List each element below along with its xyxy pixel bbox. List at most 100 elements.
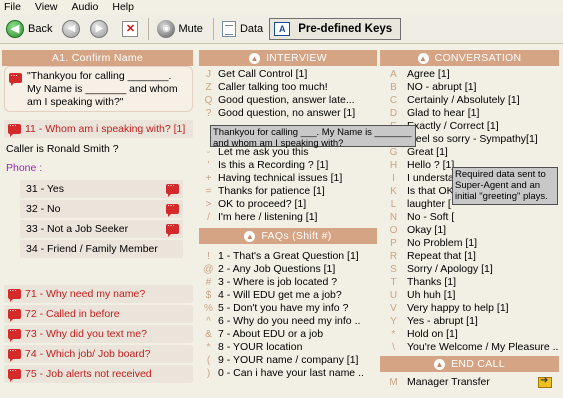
panel-title: END CALL <box>451 358 505 370</box>
conversation-item[interactable]: N No - Soft [ <box>380 211 559 223</box>
item-label: Hold on [1] <box>407 328 458 340</box>
back-button[interactable]: ◀ Back <box>2 17 56 41</box>
conversation-item[interactable]: C Certainly / Absolutely [1] <box>380 94 559 106</box>
question-label: 74 - Which job/ Job board? <box>25 348 151 360</box>
item-label: NO - abrupt [1] <box>407 81 477 93</box>
conversation-item[interactable]: \ You're Welcome / My Pleasure .. <box>380 341 559 353</box>
forward-button[interactable]: ▶ <box>86 17 112 41</box>
hotkey: Q <box>204 94 213 106</box>
hotkey: / <box>207 211 210 223</box>
endcall-item[interactable]: M Manager Transfer <box>380 376 559 388</box>
item-label: 2 - Any Job Questions [1] <box>218 263 336 275</box>
interview-header[interactable]: ▲ INTERVIEW <box>199 50 377 66</box>
conversation-item[interactable]: B NO - abrupt [1] <box>380 81 559 93</box>
faq-item[interactable]: (9 - YOUR name / company [1] <box>199 354 377 366</box>
question-row[interactable]: 71 - Why need my name? <box>4 285 193 303</box>
conversation-item[interactable]: V Very happy to help [1] <box>380 302 559 314</box>
conversation-item[interactable]: D Glad to hear [1] <box>380 107 559 119</box>
forward-arrow-icon: ▶ <box>90 19 109 38</box>
faq-item[interactable]: @2 - Any Job Questions [1] <box>199 263 377 275</box>
transfer-arrow-icon[interactable] <box>538 375 552 388</box>
option-row[interactable]: 34 - Friend / Family Member <box>20 240 183 258</box>
menu-help[interactable]: Help <box>112 1 134 13</box>
item-label: No - Soft [ <box>407 211 455 223</box>
question-row[interactable]: 74 - Which job/ Job board? <box>4 345 193 363</box>
faq-item[interactable]: * 8 - YOUR location <box>199 341 377 353</box>
option-row[interactable]: 33 - Not a Job Seeker <box>20 220 183 238</box>
interview-item[interactable]: J Get Call Control [1] <box>199 68 377 80</box>
faq-item[interactable]: ^ 6 - Why do you need my info .. <box>199 315 377 327</box>
question-row[interactable]: 73 - Why did you text me? <box>4 325 193 343</box>
question-row[interactable]: 72 - Called in before <box>4 305 193 323</box>
hotkey: ' <box>207 159 210 171</box>
conversation-item[interactable]: Y Yes - abrupt [1] <box>380 315 559 327</box>
interview-item[interactable]: = Thanks for patience [1] <box>199 185 377 197</box>
faq-item[interactable]: #3 - Where is job located ? <box>199 276 377 288</box>
conversation-header[interactable]: ▲ CONVERSATION <box>380 50 559 66</box>
faq-item[interactable]: $4 - Will EDU get me a job? <box>199 289 377 301</box>
hotkey: % <box>204 302 213 314</box>
faqs-header[interactable]: ▲ FAQs (Shift #) <box>199 228 377 244</box>
interview-item[interactable]: Z Caller talking too much! <box>199 81 377 93</box>
endcall-header[interactable]: ▲ END CALL <box>380 356 559 372</box>
faq-item[interactable]: % 5 - Don't you have my info ? <box>199 302 377 314</box>
script-text-box[interactable]: "Thankyou for calling _______. My Name i… <box>4 66 193 112</box>
interview-item[interactable]: + Having technical issues [1] <box>199 172 377 184</box>
conversation-item[interactable]: U Uh huh [1] <box>380 289 559 301</box>
question-label: 75 - Job alerts not received <box>25 368 152 380</box>
speech-bubble-icon <box>166 220 179 237</box>
item-label: Glad to hear [1] <box>407 107 480 119</box>
option-row[interactable]: 32 - No <box>20 200 183 218</box>
mute-button[interactable]: ◉ Mute <box>153 17 206 41</box>
data-button[interactable]: Data <box>218 17 267 41</box>
item-label: No Problem [1] <box>407 237 478 249</box>
faq-item[interactable]: ) 0 - Can i have your last name .. <box>199 367 377 379</box>
hotkey: & <box>205 328 212 340</box>
script-panel-header[interactable]: A1. Confirm Name <box>2 50 193 66</box>
toolbar-divider <box>148 17 150 40</box>
conversation-item[interactable]: G Great [1] <box>380 146 559 158</box>
item-label: Hello ? [1] <box>407 159 455 171</box>
interview-item[interactable]: Q Good question, answer late... <box>199 94 377 106</box>
speech-bubble-icon <box>166 200 179 217</box>
question-row[interactable]: 75 - Job alerts not received <box>4 365 193 383</box>
back-label: Back <box>28 22 53 35</box>
conversation-item[interactable]: P No Problem [1] <box>380 237 559 249</box>
close-button[interactable]: ✕ <box>114 17 142 41</box>
predefined-keys-button[interactable]: A Pre-defined Keys <box>269 17 402 40</box>
conversation-item[interactable]: S Sorry / Apology [1] <box>380 263 559 275</box>
conversation-item[interactable]: O Okay [1] <box>380 224 559 236</box>
menu-audio[interactable]: Audio <box>72 1 99 13</box>
interview-item[interactable]: ' Is this a Recording ? [1] <box>199 159 377 171</box>
option-row[interactable]: 31 - Yes <box>20 180 183 198</box>
back-disabled-button[interactable]: ◀ <box>58 17 84 41</box>
panel-title: A1. Confirm Name <box>51 52 144 64</box>
chevron-up-icon: ▲ <box>417 52 429 64</box>
conversation-item[interactable]: R Repeat that [1] <box>380 250 559 262</box>
interview-item[interactable]: / I'm here / listening [1] <box>199 211 377 223</box>
faq-item[interactable]: ! 1 - That's a Great Question [1] <box>199 250 377 262</box>
question-label: 71 - Why need my name? <box>25 288 146 300</box>
toolbar: ◀ Back ◀ ▶ ✕ ◉ Mute Data A Pre-defined K… <box>0 14 563 44</box>
panel-title: CONVERSATION <box>434 52 522 64</box>
interview-item[interactable]: > OK to proceed? [1] <box>199 198 377 210</box>
item-label: 0 - Can i have your last name .. <box>218 367 364 379</box>
conversation-item[interactable]: T Thanks [1] <box>380 276 559 288</box>
conversation-item[interactable]: * Hold on [1] <box>380 328 559 340</box>
hotkey: S <box>390 263 397 275</box>
interview-item[interactable]: ? Good question, no answer [1] <box>199 107 377 119</box>
menu-file[interactable]: File <box>4 1 21 13</box>
conversation-item[interactable]: A Agree [1] <box>380 68 559 80</box>
item-label: 7 - About EDU or a job <box>218 328 324 340</box>
option-label: 31 - Yes <box>26 183 64 195</box>
faq-item[interactable]: & 7 - About EDU or a job <box>199 328 377 340</box>
caller-line: Caller is Ronald Smith ? <box>6 143 119 155</box>
option-label: 34 - Friend / Family Member <box>26 243 158 255</box>
close-icon: ✕ <box>122 20 139 37</box>
item-label: Get Call Control [1] <box>218 68 308 80</box>
question-row[interactable]: 11 - Whom am i speaking with? [1] <box>4 120 193 138</box>
tooltip-text: Required data sent to Super-Agent and an… <box>455 169 548 202</box>
item-label: Great [1] <box>407 146 448 158</box>
hotkey: A <box>390 68 397 80</box>
menu-view[interactable]: View <box>35 1 58 13</box>
